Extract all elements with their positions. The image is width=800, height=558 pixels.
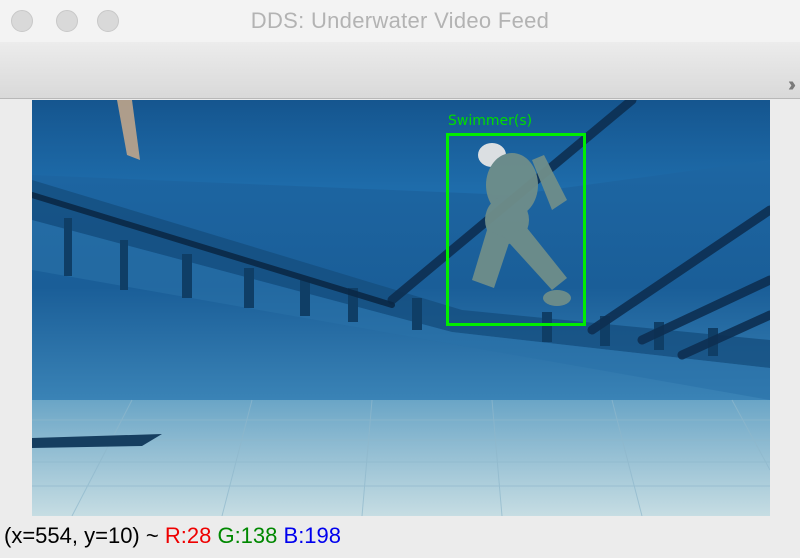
blue-value: B:198 bbox=[283, 523, 342, 548]
red-value: R:28 bbox=[164, 523, 212, 548]
window-title: DDS: Underwater Video Feed bbox=[250, 8, 550, 33]
chevron-double-right-icon[interactable]: ››› bbox=[788, 74, 796, 97]
cursor-coordinates: (x=554, y=10) ~ bbox=[4, 523, 159, 548]
green-value: G:138 bbox=[217, 523, 278, 548]
video-feed[interactable]: Swimmer(s) bbox=[32, 100, 770, 516]
toolbar: ››› bbox=[0, 42, 800, 99]
underwater-scene bbox=[32, 100, 770, 516]
detection-box bbox=[446, 133, 586, 326]
app-window: DDS: Underwater Video Feed ››› Swimmer(s… bbox=[0, 0, 800, 558]
detection-label: Swimmer(s) bbox=[448, 113, 533, 129]
status-bar: (x=554, y=10) ~ R:28 G:138 B:198 bbox=[4, 518, 341, 554]
title-bar: DDS: Underwater Video Feed bbox=[0, 0, 800, 42]
